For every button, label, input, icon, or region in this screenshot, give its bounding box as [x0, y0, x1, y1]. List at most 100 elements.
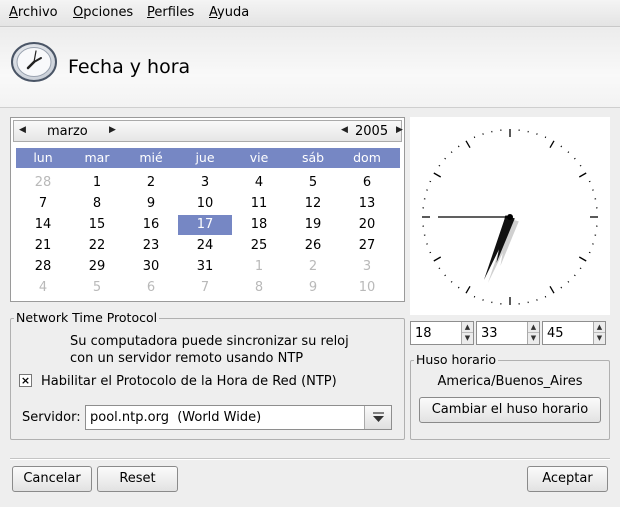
- calendar-day[interactable]: 7: [16, 194, 70, 214]
- prev-year-arrow-icon[interactable]: ◀: [341, 125, 348, 135]
- clock-face: [422, 129, 598, 305]
- change-timezone-button[interactable]: Cambiar el huso horario: [419, 397, 601, 423]
- calendar-day[interactable]: 3: [340, 257, 394, 277]
- clock-minute-tick: [567, 280, 570, 283]
- hour-spinner[interactable]: ▲ ▼: [410, 321, 474, 345]
- server-input[interactable]: [86, 406, 362, 429]
- analog-clock: [410, 117, 610, 315]
- minute-spinner[interactable]: ▲ ▼: [476, 321, 540, 345]
- accept-button[interactable]: Aceptar: [527, 466, 608, 492]
- menu-ayuda[interactable]: Ayuda: [209, 5, 249, 20]
- ntp-description: Su computadora puede sincronizar su relo…: [70, 334, 349, 366]
- server-label: Servidor:: [22, 410, 81, 425]
- calendar-day[interactable]: 26: [286, 236, 340, 256]
- clock-minute-tick: [450, 151, 453, 154]
- calendar-day[interactable]: 18: [232, 215, 286, 235]
- clock-icon: [11, 42, 57, 82]
- calendar-day[interactable]: 7: [178, 278, 232, 298]
- clock-minute-tick: [444, 274, 447, 277]
- calendar-day[interactable]: 31: [178, 257, 232, 277]
- calendar-day[interactable]: 15: [70, 215, 124, 235]
- weekday-header: jue: [195, 150, 215, 165]
- calendar-day[interactable]: 23: [124, 236, 178, 256]
- hour-down-icon[interactable]: ▼: [462, 333, 473, 344]
- chevron-down-icon: [373, 412, 384, 422]
- calendar-day[interactable]: 9: [286, 278, 340, 298]
- calendar-day[interactable]: 5: [70, 278, 124, 298]
- calendar-day[interactable]: 28: [16, 257, 70, 277]
- page-title: Fecha y hora: [68, 56, 191, 78]
- timezone-name: America/Buenos_Aires: [437, 374, 583, 389]
- calendar-day[interactable]: 29: [70, 257, 124, 277]
- clock-minute-tick: [457, 286, 460, 289]
- calendar-day[interactable]: 30: [124, 257, 178, 277]
- calendar-day[interactable]: 2: [124, 173, 178, 193]
- calendar-day[interactable]: 10: [178, 194, 232, 214]
- calendar-month: marzo: [47, 124, 88, 139]
- calendar-day[interactable]: 22: [70, 236, 124, 256]
- clock-minute-tick: [579, 267, 582, 270]
- second-spinner[interactable]: ▲ ▼: [542, 321, 606, 345]
- calendar-day[interactable]: 19: [286, 215, 340, 235]
- calendar-day[interactable]: 10: [340, 278, 394, 298]
- calendar-day[interactable]: 6: [124, 278, 178, 298]
- clock-minute-tick: [573, 274, 576, 277]
- calendar-day[interactable]: 16: [124, 215, 178, 235]
- menu-perfiles[interactable]: Perfiles: [147, 5, 194, 20]
- calendar-day[interactable]: 1: [70, 173, 124, 193]
- ntp-checkbox[interactable]: ×: [19, 374, 32, 387]
- clock-minute-tick: [473, 295, 476, 298]
- calendar-day[interactable]: 8: [232, 278, 286, 298]
- calendar-day[interactable]: 13: [340, 194, 394, 214]
- calendar-day[interactable]: 2: [286, 257, 340, 277]
- minute-down-icon[interactable]: ▼: [528, 333, 539, 344]
- minute-input[interactable]: [477, 322, 527, 344]
- calendar-day[interactable]: 4: [232, 173, 286, 193]
- prev-month-arrow-icon[interactable]: ◀: [19, 125, 26, 135]
- calendar-day[interactable]: 14: [16, 215, 70, 235]
- second-up-icon[interactable]: ▲: [594, 322, 605, 333]
- next-month-arrow-icon[interactable]: ▶: [109, 125, 116, 135]
- calendar-day[interactable]: 20: [340, 215, 394, 235]
- clock-minute-tick: [429, 180, 432, 183]
- calendar-day[interactable]: 3: [178, 173, 232, 193]
- clock-hour-tick: [549, 285, 555, 294]
- menu-archivo[interactable]: Archivo: [9, 5, 58, 20]
- calendar-day[interactable]: 8: [70, 194, 124, 214]
- calendar-day[interactable]: 27: [340, 236, 394, 256]
- header-banner: Fecha y hora: [0, 28, 620, 108]
- calendar-day[interactable]: 9: [124, 194, 178, 214]
- clock-minute-tick: [438, 164, 441, 167]
- calendar-day[interactable]: 4: [16, 278, 70, 298]
- minute-up-icon[interactable]: ▲: [528, 322, 539, 333]
- calendar-year: 2005: [355, 124, 389, 139]
- ntp-checkbox-label[interactable]: Habilitar el Protocolo de la Hora de Red…: [41, 374, 337, 389]
- clock-hour-tick: [465, 285, 471, 294]
- calendar-day[interactable]: 28: [16, 173, 70, 193]
- server-dropdown-button[interactable]: [364, 406, 391, 429]
- clock-minute-tick: [429, 251, 432, 254]
- clock-hour-tick: [433, 256, 442, 262]
- calendar-day[interactable]: 12: [286, 194, 340, 214]
- hour-input[interactable]: [411, 322, 461, 344]
- calendar-day[interactable]: 21: [16, 236, 70, 256]
- clock-minute-tick: [588, 251, 591, 254]
- cancel-button[interactable]: Cancelar: [12, 466, 92, 492]
- calendar-day[interactable]: 1: [232, 257, 286, 277]
- clock-minute-tick: [544, 295, 547, 298]
- menu-opciones[interactable]: Opciones: [73, 5, 133, 20]
- second-input[interactable]: [543, 322, 593, 344]
- calendar-day[interactable]: 11: [232, 194, 286, 214]
- hour-up-icon[interactable]: ▲: [462, 322, 473, 333]
- server-combo[interactable]: [85, 405, 392, 430]
- calendar-day[interactable]: 24: [178, 236, 232, 256]
- reset-button[interactable]: Reset: [97, 466, 178, 492]
- next-year-arrow-icon[interactable]: ▶: [396, 125, 403, 135]
- clock-minute-tick: [573, 157, 576, 160]
- calendar-day[interactable]: 17: [178, 215, 232, 235]
- calendar-day[interactable]: 25: [232, 236, 286, 256]
- second-down-icon[interactable]: ▼: [594, 333, 605, 344]
- calendar-day[interactable]: 6: [340, 173, 394, 193]
- clock-minute-tick: [579, 164, 582, 167]
- calendar-day[interactable]: 5: [286, 173, 340, 193]
